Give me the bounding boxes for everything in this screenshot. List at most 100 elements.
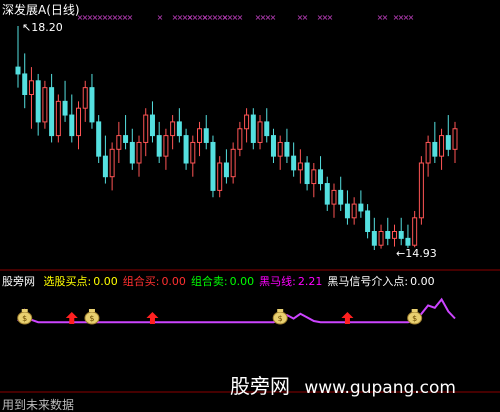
candle-body [69, 114, 75, 137]
indicator-header: 股旁网 选股买点: 0.00 组合买: 0.00 组合卖: 0.00 黑马线: 2.21 黑马信… [2, 273, 435, 289]
candle-body [311, 169, 317, 185]
signal-marker: × [127, 13, 134, 22]
money-bag-symbol: $ [278, 314, 283, 323]
money-bag-symbol: $ [412, 314, 417, 323]
signal-marker: × [222, 13, 229, 22]
indicator-field-label: 黑马信号介入点: [327, 275, 409, 288]
candle-body [412, 217, 418, 246]
candle-body [230, 148, 236, 178]
candle-body [385, 231, 391, 239]
black-horse-line [17, 297, 456, 324]
candle-body [351, 203, 357, 219]
candle-body [391, 231, 397, 239]
candle-body [439, 135, 445, 157]
indicator-field-value: 0.00 [93, 275, 118, 288]
indicator-name: 股旁网 [2, 275, 35, 288]
watermark-brand: 股旁网 [230, 374, 290, 398]
candle-body [176, 121, 182, 137]
candle-body [452, 128, 458, 150]
indicator-field-value: 2.21 [297, 275, 323, 288]
candle-body [183, 135, 189, 164]
candle-body [445, 135, 451, 150]
signal-marker: × [270, 13, 277, 22]
stock-chart-window: × × × × × × × × × × × × × × × × × × × × × × × × × × × × × × × × × × × × × × × ×… [0, 0, 500, 412]
high-price-label: ↖18.20 [22, 21, 63, 34]
candle-body [35, 80, 41, 123]
watermark-url: www.gupang.com [304, 378, 456, 398]
main-title: 深发展A(日线) [2, 3, 80, 17]
money-bag-icon [411, 309, 418, 312]
candle-body [331, 189, 337, 205]
candle-body [318, 169, 324, 185]
candle-body [264, 121, 270, 137]
indicator-field-label: 组合卖: [190, 275, 228, 288]
signal-marker: × [187, 13, 194, 22]
candle-body [28, 80, 34, 96]
candle-body [210, 141, 216, 191]
candle-body [197, 128, 203, 143]
candle-body [55, 100, 61, 137]
candle-body [22, 73, 28, 96]
candle-body [76, 107, 82, 137]
signal-marker: × [202, 13, 209, 22]
signal-marker: × [382, 13, 389, 22]
candle-body [163, 135, 169, 157]
chart-canvas[interactable]: ××××××××××× ×××××××××××××× ×××× ×× ××× ×× ××××… [0, 0, 500, 412]
indicator-fields: 选股买点: 0.00 组合买: 0.00 组合卖: 0.00 黑马线: 2.21 黑马信号介入点… [39, 275, 435, 288]
candle-body [82, 87, 88, 109]
candle-body [136, 141, 142, 164]
signal-marker: × [302, 13, 309, 22]
signal-marker: × [157, 13, 164, 22]
candle-body [89, 87, 95, 123]
money-bag-icon [88, 309, 95, 312]
candle-body [102, 155, 108, 178]
indicator-field-value: 0.00 [229, 275, 255, 288]
candle-body [190, 141, 196, 164]
candle-body [123, 135, 129, 143]
candle-body [203, 128, 209, 143]
money-bag-icon [277, 309, 284, 312]
candle-body [284, 141, 290, 157]
candle-body [129, 141, 135, 164]
indicator-field-label: 黑马线: [259, 275, 296, 288]
candle-body [297, 162, 303, 171]
signal-marker: × [237, 13, 244, 22]
candle-body [244, 114, 250, 130]
candle-body [432, 141, 438, 157]
candle-body [49, 87, 55, 137]
candle-body [371, 231, 377, 246]
candle-body [365, 210, 371, 233]
candle-body [425, 141, 431, 164]
low-price-label: ←14.93 [396, 247, 437, 260]
candle-body [291, 155, 297, 171]
candle-body [257, 121, 263, 143]
candle-body [62, 100, 68, 116]
candle-body [42, 87, 48, 123]
money-bag-symbol: $ [22, 314, 27, 323]
indicator-field-label: 组合买: [122, 275, 160, 288]
candle-body [149, 114, 155, 137]
candle-body [156, 135, 162, 157]
candle-body [344, 203, 350, 219]
footer-note: 用到未来数据 [2, 398, 75, 412]
candle-body [378, 231, 384, 246]
candle-body [96, 121, 102, 157]
candle-body [418, 162, 424, 219]
candle-body [109, 148, 115, 178]
candle-body [324, 183, 330, 205]
watermark: 股旁网 www.gupang.com [230, 370, 456, 399]
signal-marker: × [408, 13, 415, 22]
candle-body [338, 189, 344, 205]
candle-body [398, 231, 404, 239]
candle-body [15, 66, 21, 75]
candle-body [237, 128, 243, 150]
candle-body [304, 162, 310, 185]
indicator-field-value: 0.00 [161, 275, 186, 288]
candle-body [143, 114, 149, 143]
money-bag-symbol: $ [89, 314, 94, 323]
candle-body [270, 135, 276, 157]
candle-body [405, 237, 411, 246]
candle-body [116, 135, 122, 150]
candle-body [170, 121, 176, 137]
signal-marker: × [327, 13, 334, 22]
